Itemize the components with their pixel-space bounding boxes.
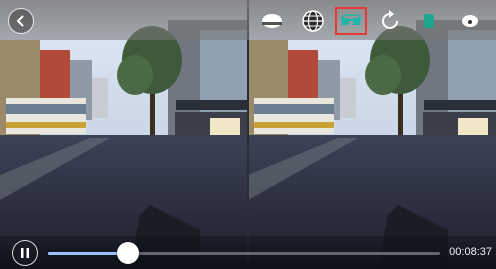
rotate-icon	[382, 10, 398, 29]
gyro-icon	[424, 14, 434, 28]
headset-mode-button[interactable]	[257, 7, 287, 35]
rotate-button[interactable]	[375, 7, 405, 35]
video-player: 00:08:37	[0, 0, 496, 269]
headset-mode-icon	[262, 14, 282, 28]
pause-button[interactable]	[12, 240, 38, 266]
vr-glasses-icon	[340, 14, 362, 25]
gyro-button[interactable]	[414, 7, 444, 35]
more-button[interactable]	[455, 7, 485, 35]
more-icon	[462, 15, 478, 27]
pause-icon	[21, 248, 29, 258]
globe-projection-button[interactable]	[298, 7, 328, 35]
seek-bar[interactable]	[48, 252, 440, 255]
back-button[interactable]	[8, 8, 34, 34]
chevron-left-icon	[16, 15, 24, 27]
vr-glasses-button[interactable]	[335, 7, 367, 35]
street-scene-right	[248, 0, 496, 269]
eye-divider	[247, 0, 249, 269]
left-eye-view	[0, 0, 248, 269]
globe-projection-icon	[302, 10, 324, 32]
elapsed-time: 00:08:37	[449, 246, 492, 258]
seek-bar-progress	[48, 252, 129, 255]
street-scene-left	[0, 0, 248, 269]
right-eye-view	[248, 0, 496, 269]
